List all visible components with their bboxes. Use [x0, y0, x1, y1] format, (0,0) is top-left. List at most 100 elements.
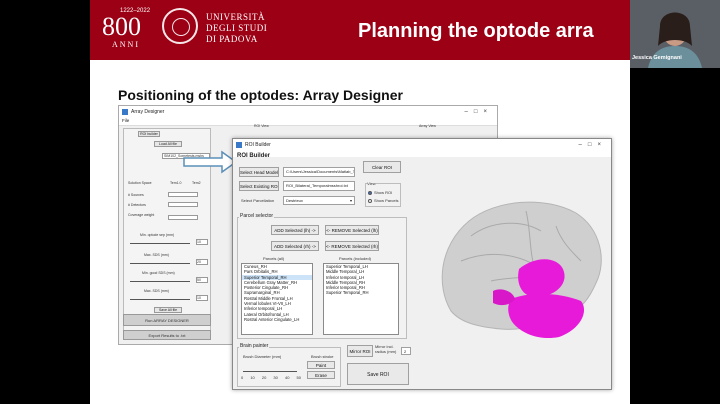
list-item[interactable]: Superior Temporal_RH	[324, 290, 398, 295]
select-head-model-button[interactable]: Select Head Model	[239, 167, 279, 177]
max-sds-value-2-text: 10	[197, 296, 201, 300]
save-all-button[interactable]: Save All file	[154, 307, 182, 313]
parcellation-value: Destrieux	[286, 198, 303, 203]
slide: 1222–2022 800 ANNI UNIVERSITÀ DEGLI STUD…	[90, 0, 630, 404]
add-selected-rh-button[interactable]: ADD Selected (rh) ->	[271, 241, 319, 251]
brush-diameter-label: Brush Diameter (mm)	[243, 354, 282, 359]
mirror-incl-input[interactable]: 2	[401, 347, 411, 355]
roi-builder-heading: ROI Builder	[237, 153, 271, 159]
university-name: UNIVERSITÀ DEGLI STUDI DI PADOVA	[206, 12, 267, 45]
logo-number: 800	[102, 12, 141, 41]
radio-tem2[interactable]: Tem2	[192, 181, 201, 185]
paint-button[interactable]: Paint	[307, 361, 335, 369]
brush-stroke-label: Brush stroke	[311, 354, 334, 359]
show-parcels-radio[interactable]: Show Parcels	[368, 198, 398, 203]
array-view-label: Array View	[419, 124, 436, 128]
window-controls[interactable]: –□×	[579, 139, 607, 151]
array-designer-menu: File	[119, 118, 497, 126]
show-roi-radio[interactable]: Show ROI	[368, 190, 392, 195]
mirror-roi-button[interactable]: Mirror ROI	[347, 345, 373, 357]
select-existing-roi-button[interactable]: Select Existing ROI	[239, 181, 279, 191]
parcels-included-label: Parcels (included)	[339, 256, 372, 261]
add-selected-lh-button[interactable]: ADD Selected (lh) ->	[271, 225, 319, 235]
parcel-selector-label: Parcel selector	[239, 213, 275, 219]
tick-label: 30	[273, 375, 278, 380]
roi-builder-tab[interactable]: ROI builder	[138, 131, 160, 137]
roi-builder-window-title: ROI Builder	[245, 142, 271, 148]
menu-file[interactable]: File	[122, 118, 129, 123]
tick-label: 10	[250, 375, 255, 380]
remove-selected-lh-button[interactable]: <- REMOVE Selected (lh)	[325, 225, 379, 235]
max-sds-slider[interactable]	[130, 259, 190, 264]
load-all-button[interactable]: Load All file	[154, 141, 182, 147]
roi-builder-titlebar: ROI Builder –□×	[233, 139, 611, 151]
roi-menu-bar	[233, 151, 611, 157]
brain-painter-label: Brain painter	[239, 343, 270, 349]
slide-title: Planning the optode arra	[358, 20, 594, 42]
arrow-icon	[183, 150, 238, 174]
matlab-app-icon	[236, 142, 242, 148]
erase-button[interactable]: Erase	[307, 371, 335, 379]
view-label: View	[367, 181, 376, 186]
remove-selected-rh-button[interactable]: <- REMOVE Selected (rh)	[325, 241, 379, 251]
clear-roi-button[interactable]: Clear ROI	[363, 161, 401, 173]
slide-header: 1222–2022 800 ANNI UNIVERSITÀ DEGLI STUD…	[90, 0, 630, 60]
min-optode-sep-value-text: 10	[197, 240, 201, 244]
detectors-label: # Detectors	[128, 203, 146, 207]
tick-label: 0	[241, 375, 244, 380]
window-controls[interactable]: –□×	[465, 106, 493, 118]
show-roi-label: Show ROI	[374, 190, 393, 195]
coverage-input[interactable]	[168, 215, 198, 220]
sources-label: # Sources	[128, 193, 144, 197]
mirror-incl-label: Mirror incl. radius (mm)	[375, 344, 397, 354]
min-good-sds-slider[interactable]	[130, 277, 190, 282]
university-line: UNIVERSITÀ	[206, 12, 265, 22]
university-seal-icon	[162, 8, 198, 44]
roi-view-label: ROI View	[254, 124, 269, 128]
brush-diameter-slider[interactable]	[243, 367, 297, 372]
view-panel: View Show ROI Show Parcels	[365, 181, 401, 207]
section-title: Positioning of the optodes: Array Design…	[118, 87, 403, 103]
tick-label: 50	[296, 375, 301, 380]
radio-tem1[interactable]: Tem1.0	[170, 181, 181, 185]
sources-input[interactable]	[168, 192, 198, 197]
radio-selected-icon	[368, 190, 372, 195]
min-good-sds-value-text: 50	[197, 278, 201, 282]
brain-3d-view[interactable]	[431, 191, 607, 341]
min-optode-sep-label: Min. optode sep (mm)	[140, 233, 175, 237]
roi-region-cerebellum	[508, 293, 585, 339]
solution-space-label: Solution Space	[128, 181, 152, 185]
existing-roi-path-field[interactable]: ROI_Bilateral_Temporalmsshroi.txt	[283, 181, 355, 191]
list-item[interactable]: Rostral Anterior Cingulate_LH	[242, 317, 312, 322]
max-sds-label: Max. SDS (mm)	[144, 253, 169, 257]
chevron-down-icon: ▾	[349, 198, 352, 203]
run-array-designer-button[interactable]: Run ARRAY DESIGNER	[123, 314, 211, 326]
array-designer-title: Array Designer	[131, 109, 165, 115]
radio-empty-icon	[368, 198, 372, 203]
max-sds-slider-2[interactable]	[130, 295, 190, 300]
brush-ticks: 0 10 20 30 40 50	[241, 375, 301, 380]
min-optode-sep-slider[interactable]	[130, 239, 190, 244]
parcels-all-list[interactable]: Cuneus_RH Pars Orbitalis_RH Superior Tem…	[241, 263, 313, 335]
roi-builder-window: ROI Builder –□× ROI Builder Select Head …	[232, 138, 612, 390]
max-sds-label-2: Max. SDS (mm)	[144, 289, 169, 293]
tick-label: 20	[261, 375, 267, 380]
parcels-all-label: Parcels (all)	[263, 256, 285, 261]
parcels-included-list[interactable]: Superior Temporal_LH Middle Temporal_LH …	[323, 263, 399, 335]
detectors-input[interactable]	[168, 202, 198, 207]
webcam-name: Jessica Gemignani	[632, 55, 682, 61]
coverage-label: Coverage weight	[128, 213, 155, 217]
head-model-path-field[interactable]: C:\Users\Jessica\Documents\Matlab_Toolbo…	[283, 167, 355, 177]
min-good-sds-label: Min. good SDS (mm)	[142, 271, 175, 275]
array-designer-titlebar: Array Designer –□×	[119, 106, 497, 118]
save-roi-button[interactable]: Save ROI	[347, 363, 409, 385]
max-sds-value-text: 20	[197, 260, 201, 264]
matlab-app-icon	[122, 109, 128, 115]
show-parcels-label: Show Parcels	[374, 198, 399, 203]
parcellation-dropdown[interactable]: Destrieux ▾	[283, 196, 355, 205]
university-line: DEGLI STUDI	[206, 23, 268, 33]
university-line: DI PADOVA	[206, 34, 258, 44]
export-results-button[interactable]: Export Results to .txt	[123, 330, 211, 340]
logo-anni: ANNI	[112, 40, 140, 49]
tick-label: 40	[284, 375, 290, 380]
